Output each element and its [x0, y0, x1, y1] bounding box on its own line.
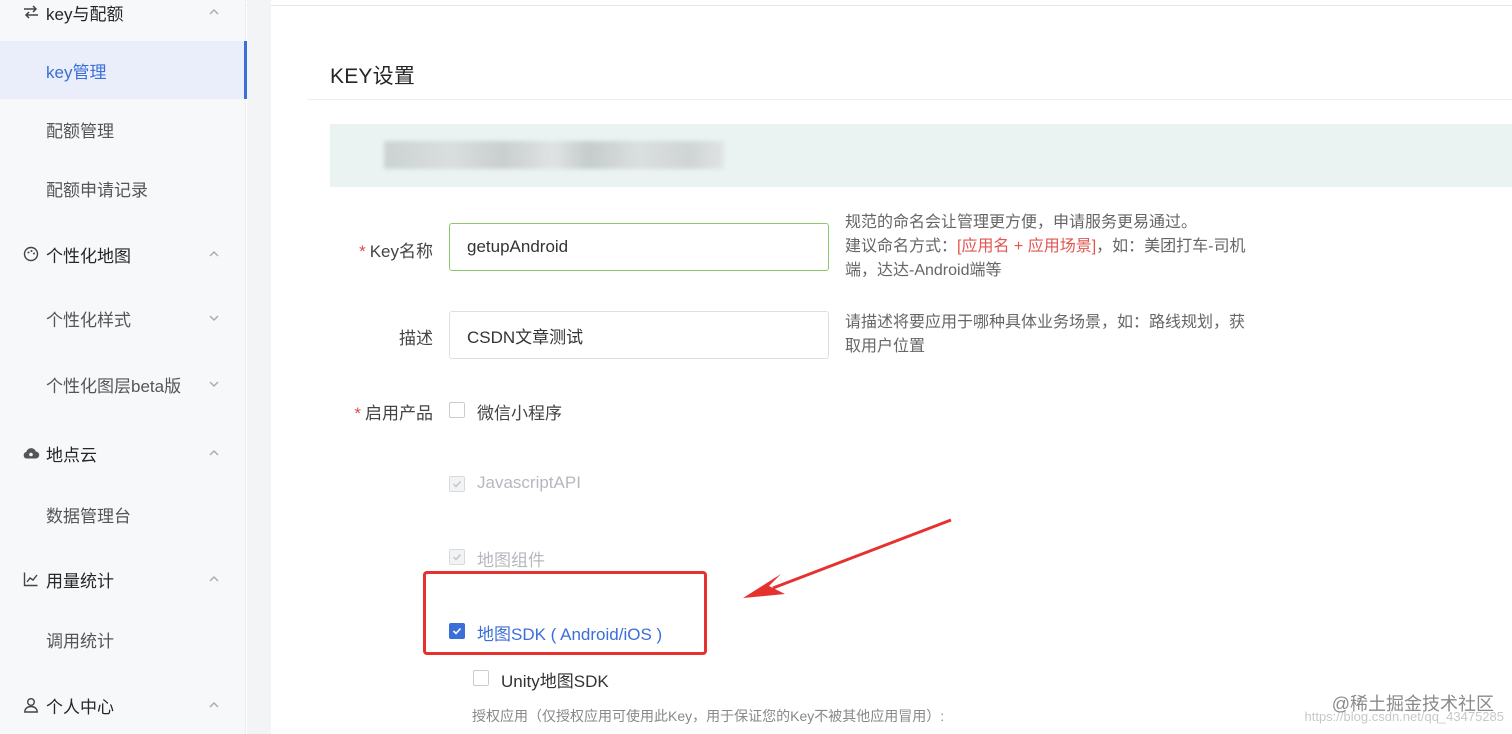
sidebar-item-label: 配额管理	[46, 121, 114, 141]
product-label-map-component: 地图组件	[477, 551, 545, 570]
products-label: * 启用产品	[323, 399, 433, 424]
check-icon	[452, 553, 462, 561]
chevron-up-icon	[209, 9, 219, 15]
checkbox-unity-sdk[interactable]	[473, 670, 489, 686]
hint-part: ，如：美团打车-司机	[1096, 238, 1246, 255]
sidebar-item-label: 配额申请记录	[46, 180, 148, 200]
description-hint: 请描述将要应用于哪种具体业务场景，如：路线规划，获 取用户位置	[845, 311, 1275, 359]
key-name-label: * Key名称	[323, 237, 433, 262]
sidebar-group-label: 个人中心	[46, 697, 114, 717]
key-name-hint-line3: 端，达达-Android端等	[845, 262, 1002, 279]
description-input[interactable]: CSDN文章测试	[449, 311, 829, 359]
product-label-wechat: 微信小程序	[477, 404, 562, 423]
annotation-arrow-icon	[743, 518, 952, 598]
checkbox-map-component	[449, 549, 465, 565]
chevron-up-icon	[209, 576, 219, 582]
layout-gutter	[247, 0, 271, 734]
sidebar-group-label: key与配额	[46, 4, 124, 24]
sidebar-item-call-stats[interactable]: 调用统计	[0, 610, 246, 668]
sidebar-group-key-quota[interactable]: key与配额	[0, 0, 246, 32]
sidebar-item-personal-style[interactable]: 个性化样式	[0, 289, 246, 347]
sidebar-group-place-cloud[interactable]: 地点云	[0, 433, 246, 473]
title-divider	[307, 99, 1512, 100]
products-label-text: 启用产品	[365, 404, 433, 423]
sidebar-group-label: 地点云	[46, 445, 97, 465]
chevron-down-icon	[209, 315, 219, 321]
hint-part: 建议命名方式：	[845, 238, 958, 255]
checkbox-wechat-miniprogram[interactable]	[449, 402, 465, 418]
required-mark: *	[359, 242, 366, 261]
required-mark: *	[354, 404, 361, 423]
key-name-input[interactable]: getupAndroid	[449, 223, 829, 271]
sidebar-item-label: 调用统计	[46, 631, 114, 651]
cloud-icon	[22, 444, 40, 462]
sidebar-item-label: key管理	[46, 62, 107, 82]
page-title: KEY设置	[330, 65, 416, 88]
sidebar-item-label: 个性化图层beta版	[46, 376, 182, 396]
sidebar-item-personal-layer[interactable]: 个性化图层beta版	[0, 355, 246, 413]
watermark: @稀土掘金技术社区	[1331, 694, 1494, 714]
sidebar-group-label: 用量统计	[46, 571, 114, 591]
description-hint-line2: 取用户位置	[845, 338, 926, 355]
key-name-label-text: Key名称	[369, 242, 433, 261]
user-icon	[22, 696, 40, 714]
blurred-notice-text	[384, 141, 724, 169]
hint-highlight: [应用名 + 应用场景]	[957, 238, 1097, 255]
palette-icon	[22, 245, 40, 263]
check-icon	[452, 480, 462, 488]
description-hint-line1: 请描述将要应用于哪种具体业务场景，如：路线规划，获	[845, 314, 1246, 331]
sidebar-item-quota-records[interactable]: 配额申请记录	[0, 159, 246, 217]
checkbox-map-sdk[interactable]	[449, 623, 465, 639]
sidebar-item-data-console[interactable]: 数据管理台	[0, 485, 246, 543]
sidebar-item-key-management[interactable]: key管理	[0, 41, 247, 99]
key-name-hint-line1: 规范的命名会让管理更方便，申请服务更易通过。	[845, 214, 1198, 231]
key-name-hint-line2: 建议命名方式：[应用名 + 应用场景]，如：美团打车-司机	[845, 235, 1275, 259]
sidebar: key与配额 key管理 配额管理 配额申请记录 个性化地图 个性化样式 个性化…	[0, 0, 247, 734]
chevron-up-icon	[209, 450, 219, 456]
product-label-jsapi: JavascriptAPI	[477, 473, 581, 492]
sidebar-group-usage-stats[interactable]: 用量统计	[0, 559, 246, 599]
sidebar-group-personal-map[interactable]: 个性化地图	[0, 234, 246, 274]
sidebar-group-user-center[interactable]: 个人中心	[0, 685, 246, 725]
chart-line-icon	[22, 570, 40, 588]
key-name-hint: 规范的命名会让管理更方便，申请服务更易通过。 建议命名方式：[应用名 + 应用场…	[845, 211, 1275, 283]
checkbox-javascript-api	[449, 476, 465, 492]
chevron-up-icon	[209, 251, 219, 257]
check-icon	[452, 627, 462, 635]
product-label-map-sdk: 地图SDK ( Android/iOS )	[477, 625, 663, 644]
notice-banner	[330, 124, 1512, 187]
main-content: KEY设置 * Key名称 getupAndroid 规范的命名会让管理更方便，申…	[271, 6, 1512, 734]
auth-app-note: 授权应用（仅授权应用可使用此Key，用于保证您的Key不被其他应用冒用）:	[472, 708, 945, 724]
chevron-up-icon	[209, 702, 219, 708]
description-label: 描述	[399, 329, 433, 348]
chevron-down-icon	[209, 381, 219, 387]
product-label-unity-sdk: Unity地图SDK	[501, 672, 609, 691]
sidebar-item-quota-management[interactable]: 配额管理	[0, 100, 246, 158]
sidebar-group-label: 个性化地图	[46, 246, 131, 266]
sliders-icon	[22, 3, 40, 21]
sidebar-item-label: 个性化样式	[46, 310, 131, 330]
sidebar-item-label: 数据管理台	[46, 506, 131, 526]
